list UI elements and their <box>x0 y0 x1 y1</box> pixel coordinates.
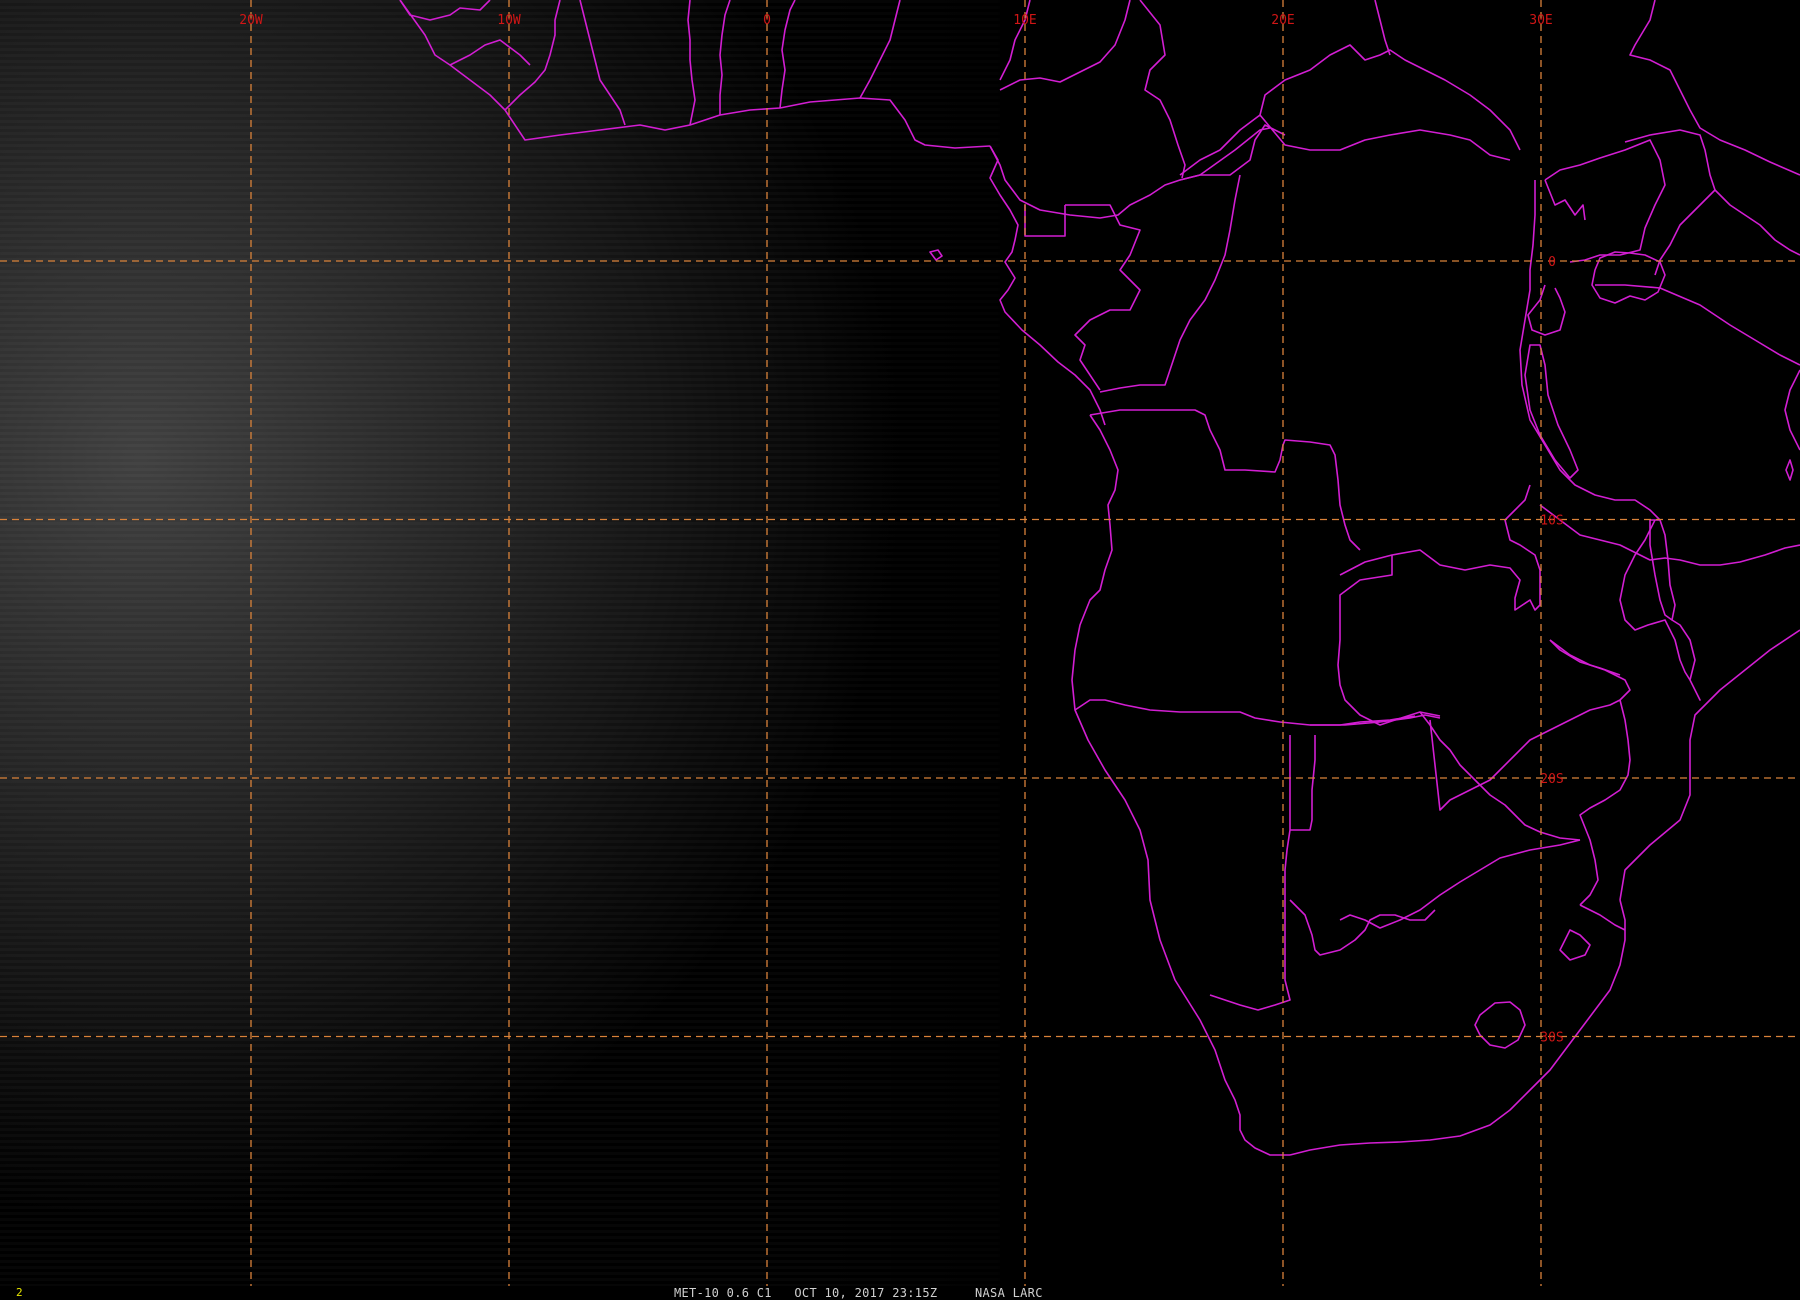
status-bar: 2 MET-10 0.6 C1 OCT 10, 2017 23:15Z NASA… <box>0 1286 1800 1300</box>
longitude-label: 0 <box>763 13 771 28</box>
image-caption: MET-10 0.6 C1 OCT 10, 2017 23:15Z NASA L… <box>674 1286 1043 1300</box>
longitude-label: 10E <box>1013 13 1036 28</box>
satellite-map: 20W 10W 0 10E 20E 30E 0 10S 20S 30S 2 MET-10 0.6 … <box>0 0 1800 1300</box>
longitude-label: 20E <box>1271 13 1294 28</box>
source-label: NASA LARC <box>975 1286 1043 1300</box>
map-canvas: 20W 10W 0 10E 20E 30E 0 10S 20S 30S <box>0 0 1800 1286</box>
product-label: MET-10 0.6 C1 <box>674 1286 772 1300</box>
terminator-fade <box>0 0 1800 1286</box>
frame-number: 2 <box>16 1286 23 1299</box>
longitude-label: 20W <box>239 13 263 28</box>
longitude-label: 30E <box>1529 13 1552 28</box>
latitude-label: 0 <box>1548 255 1556 270</box>
latitude-label: 20S <box>1540 772 1563 787</box>
datetime-label: OCT 10, 2017 23:15Z <box>794 1286 938 1300</box>
latitude-label: 10S <box>1540 514 1563 529</box>
latitude-label: 30S <box>1540 1031 1563 1046</box>
longitude-label: 10W <box>497 13 521 28</box>
